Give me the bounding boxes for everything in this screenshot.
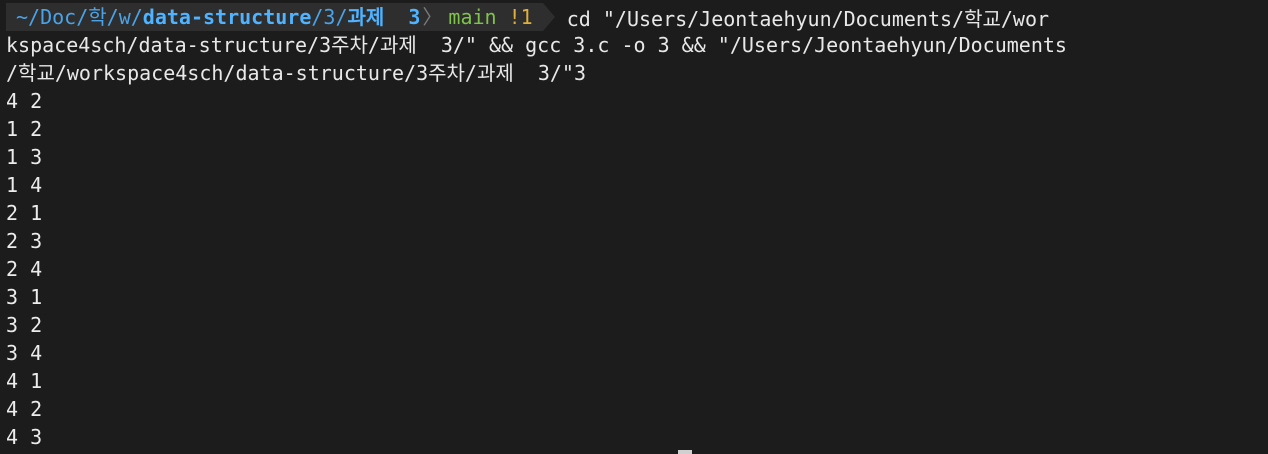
powerline-arrow-icon bbox=[542, 3, 555, 31]
path-part: /w/ bbox=[106, 5, 143, 29]
path-part: /3/ bbox=[311, 5, 348, 29]
command-text: cd "/Users/Jeontaehyun/Documents/학교/wor bbox=[566, 6, 1050, 31]
output-line: 4 1 bbox=[6, 369, 43, 393]
output-line: 4 2 bbox=[6, 397, 43, 421]
output-line: 1 2 bbox=[6, 117, 43, 141]
output-line: 3 2 bbox=[6, 313, 43, 337]
prompt-line: ~/Doc/학/w/data-structure/3/과제 3 〉 main !… bbox=[6, 3, 1049, 31]
output-line: 2 3 bbox=[6, 229, 43, 253]
path-part: data-structure bbox=[142, 5, 312, 29]
output-line: 1 4 bbox=[6, 173, 43, 197]
path-part: ~/Doc/ bbox=[16, 5, 89, 29]
command-wrap-line: kspace4sch/data-structure/3주차/과제 3/" && … bbox=[6, 33, 1067, 57]
path-part: 학 bbox=[88, 5, 107, 29]
output-line: 3 1 bbox=[6, 285, 43, 309]
output-line: 4 2 bbox=[6, 89, 43, 113]
terminal-window[interactable]: ~/Doc/학/w/data-structure/3/과제 3 〉 main !… bbox=[0, 0, 1268, 454]
output-line: 1 3 bbox=[6, 145, 43, 169]
git-branch-name: main bbox=[448, 5, 497, 29]
prompt-path-segment: ~/Doc/학/w/data-structure/3/과제 3 〉 main !… bbox=[6, 3, 543, 31]
output-line: 3 4 bbox=[6, 341, 43, 365]
path-part: 과제 3 bbox=[347, 5, 421, 29]
chevron-right-icon: 〉 bbox=[422, 5, 443, 29]
output-line: 2 1 bbox=[6, 201, 43, 225]
output-line: 2 4 bbox=[6, 257, 43, 281]
command-wrap-line: /학교/workspace4sch/data-structure/3주차/과제 … bbox=[6, 61, 586, 85]
git-status-indicator: !1 bbox=[508, 5, 533, 29]
text-cursor bbox=[678, 450, 692, 454]
output-line: 4 3 bbox=[6, 425, 43, 449]
